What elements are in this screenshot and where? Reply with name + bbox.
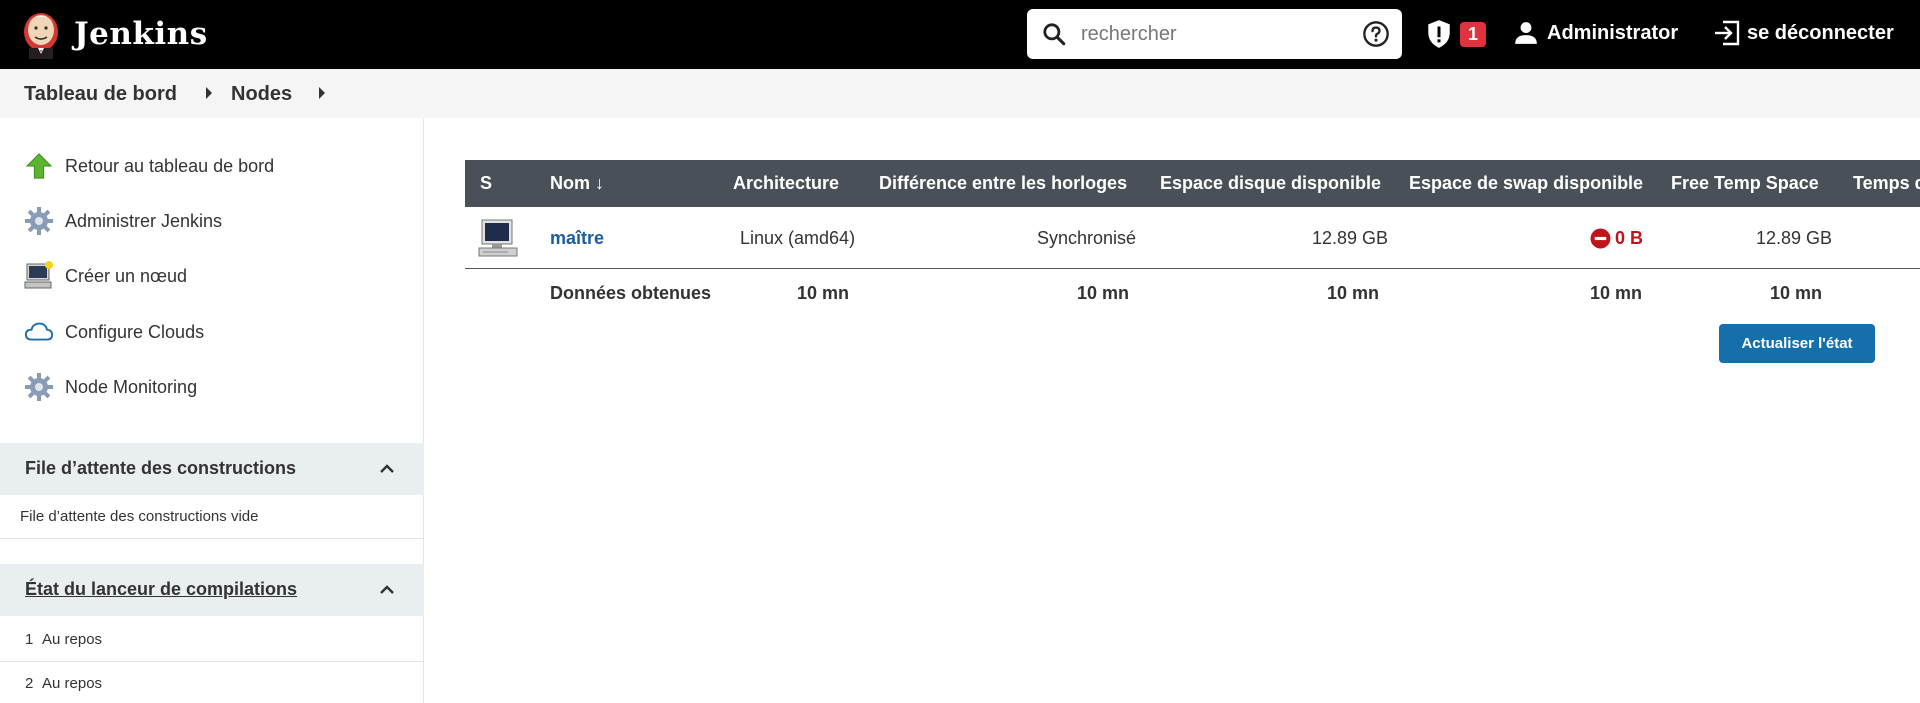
build-queue-title: File d’attente des constructions: [25, 458, 297, 478]
user-icon: [1515, 22, 1537, 44]
table-divider: [465, 268, 1920, 269]
column-header-temp-space[interactable]: Free Temp Space: [1671, 173, 1819, 194]
executor-status: Au repos: [42, 631, 103, 648]
executors-title[interactable]: État du lanceur de compilations: [25, 579, 297, 600]
logout-icon: [1715, 20, 1740, 46]
computer-icon: [24, 261, 54, 291]
cell-disk-space: 12.89 GB: [1312, 228, 1389, 248]
divider: [0, 661, 424, 662]
task-label: Retour au tableau de bord: [65, 155, 275, 176]
logout-label: se déconnecter: [1747, 21, 1894, 44]
logout-link[interactable]: se déconnecter: [1713, 20, 1894, 46]
user-link[interactable]: Administrator: [1513, 20, 1678, 46]
footer-temp-age: 10 mn: [1770, 283, 1823, 303]
jenkins-logo-icon: [24, 13, 58, 59]
footer-swap-age: 10 mn: [1590, 283, 1643, 303]
cell-temp-space: 12.89 GB: [1756, 228, 1833, 248]
task-create-node[interactable]: Créer un nœud: [24, 261, 187, 291]
executor-number: 2: [25, 675, 34, 692]
gear-icon: [24, 206, 54, 236]
sidebar: Retour au tableau de bord Administrer Je…: [0, 118, 424, 703]
footer-architecture-age: 10 mn: [797, 283, 850, 303]
build-queue-header: File d’attente des constructions: [0, 443, 424, 495]
security-shield-icon[interactable]: [1426, 19, 1452, 49]
executor-status: Au repos: [42, 675, 103, 692]
executors-header: État du lanceur de compilations: [0, 564, 424, 616]
refresh-status-button[interactable]: Actualiser l'état: [1719, 324, 1875, 363]
up-arrow-icon: [24, 151, 54, 181]
top-header: Jenkins 1 Administrator se décon: [0, 0, 1920, 69]
notification-badge[interactable]: 1: [1460, 22, 1486, 47]
gear-icon: [24, 372, 54, 402]
error-icon: [1590, 228, 1611, 249]
breadcrumb-caret-icon[interactable]: [319, 87, 325, 99]
user-name: Administrator: [1547, 21, 1679, 44]
cell-swap-space: 0 B: [1615, 228, 1644, 248]
column-header-name[interactable]: Nom ↓: [550, 173, 604, 194]
task-label: Administrer Jenkins: [65, 210, 223, 231]
footer-clock-age: 10 mn: [1077, 283, 1130, 303]
search-icon: [1043, 23, 1066, 46]
task-label: Configure Clouds: [65, 321, 205, 342]
executor-number: 1: [25, 631, 34, 648]
column-header-swap-space[interactable]: Espace de swap disponible: [1409, 173, 1643, 194]
build-queue-empty-text: File d’attente des constructions vide: [20, 508, 259, 525]
column-header-architecture[interactable]: Architecture: [733, 173, 839, 194]
footer-disk-age: 10 mn: [1327, 283, 1380, 303]
computer-icon: [478, 219, 518, 257]
node-name-link[interactable]: maître: [550, 228, 604, 249]
jenkins-logo-link[interactable]: Jenkins: [20, 8, 208, 60]
search-input[interactable]: [1081, 17, 1351, 51]
task-manage-jenkins[interactable]: Administrer Jenkins: [24, 206, 222, 236]
help-icon[interactable]: [1362, 20, 1390, 48]
task-label: Créer un nœud: [65, 265, 188, 286]
column-header-disk-space[interactable]: Espace disque disponible: [1160, 173, 1381, 194]
cloud-icon: [24, 317, 54, 347]
task-configure-clouds[interactable]: Configure Clouds: [24, 317, 204, 347]
task-back-to-dashboard[interactable]: Retour au tableau de bord: [24, 151, 274, 181]
footer-label: Données obtenues: [550, 283, 712, 303]
task-label: Node Monitoring: [65, 376, 198, 397]
column-header-response-time[interactable]: Temps d: [1853, 173, 1920, 194]
app-title: Jenkins: [74, 16, 208, 52]
nodes-table-header: S Nom ↓ Architecture Différence entre le…: [465, 160, 1920, 207]
search-box: [1027, 9, 1402, 59]
chevron-up-icon[interactable]: [378, 581, 396, 599]
column-header-clock-difference[interactable]: Différence entre les horloges: [879, 173, 1127, 194]
task-node-monitoring[interactable]: Node Monitoring: [24, 372, 197, 402]
cell-architecture: Linux (amd64): [740, 228, 856, 248]
breadcrumb-caret-icon[interactable]: [206, 87, 212, 99]
divider: [0, 538, 424, 539]
chevron-up-icon[interactable]: [378, 460, 396, 478]
cell-clock-difference: Synchronisé: [1037, 228, 1137, 248]
breadcrumb-dashboard[interactable]: Tableau de bord: [24, 83, 177, 106]
breadcrumb-nodes[interactable]: Nodes: [231, 83, 292, 106]
column-header-status[interactable]: S: [480, 173, 492, 194]
breadcrumb: Tableau de bord Nodes: [0, 69, 1920, 118]
